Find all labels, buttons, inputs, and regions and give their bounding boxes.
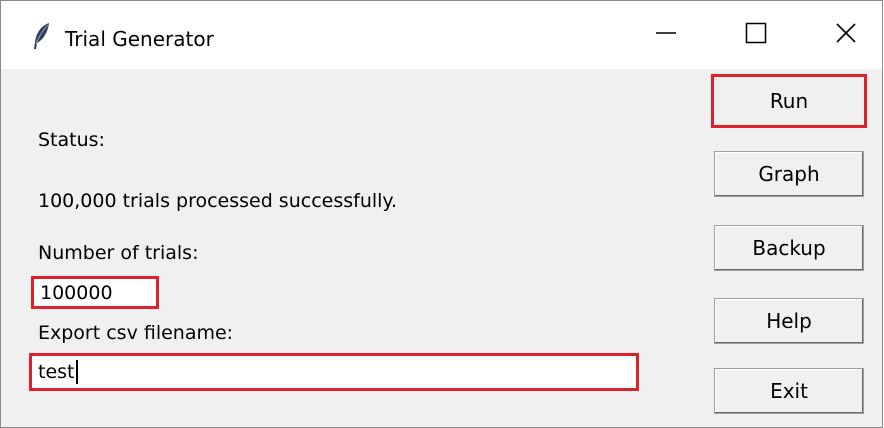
window-title: Trial Generator xyxy=(65,27,214,51)
export-filename-label: Export csv filename: xyxy=(38,322,234,344)
minimize-icon xyxy=(655,22,677,48)
graph-button[interactable]: Graph xyxy=(714,151,864,197)
close-button[interactable] xyxy=(801,1,882,69)
backup-button[interactable]: Backup xyxy=(714,225,864,271)
status-message: 100,000 trials processed successfully. xyxy=(38,190,397,212)
run-button[interactable]: Run xyxy=(711,74,867,128)
exit-button[interactable]: Exit xyxy=(714,368,864,414)
feather-icon xyxy=(31,22,53,50)
text-caret xyxy=(75,360,78,384)
help-button[interactable]: Help xyxy=(714,298,864,344)
maximize-icon xyxy=(745,22,767,48)
maximize-button[interactable] xyxy=(711,1,801,69)
trials-input[interactable]: 100000 xyxy=(31,276,159,309)
app-window: Trial Generator Status: 100,000 trials p… xyxy=(0,0,883,428)
status-label: Status: xyxy=(38,129,105,151)
export-filename-input[interactable]: test xyxy=(29,353,639,391)
close-icon xyxy=(835,22,857,48)
minimize-button[interactable] xyxy=(621,1,711,69)
export-filename-value: test xyxy=(38,361,75,383)
trials-input-value: 100000 xyxy=(40,281,113,304)
trials-label: Number of trials: xyxy=(38,242,199,264)
title-bar[interactable]: Trial Generator xyxy=(1,1,882,69)
